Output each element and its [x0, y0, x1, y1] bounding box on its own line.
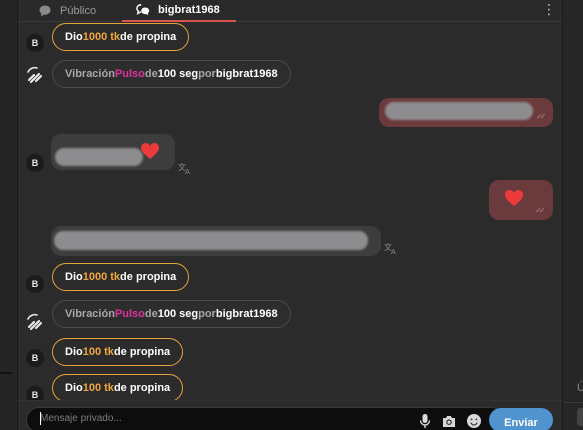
vibration-text-mid: de	[144, 308, 158, 320]
translate-icon[interactable]: 文 A	[384, 242, 398, 254]
tip-text-suffix: de propina	[113, 382, 171, 394]
message-input-placeholder: Mensaje privado...	[40, 413, 122, 424]
right-panel-input[interactable]	[577, 408, 583, 426]
tip-text-suffix: de propina	[120, 271, 177, 283]
send-button[interactable]: Enviar	[489, 408, 553, 430]
tip-amount: 1000 tk	[82, 31, 121, 43]
vibration-message: Vibración Pulso de 100 seg por bigbrat19…	[52, 60, 291, 88]
tip-text-prefix: Dio	[65, 346, 83, 358]
tip-amount: 1000 tk	[82, 271, 121, 283]
avatar: B	[26, 34, 44, 52]
heart-emoji-icon	[505, 190, 523, 206]
right-panel-glyph: Ú	[577, 382, 583, 394]
vibration-user: bigbrat1968	[215, 308, 278, 320]
vibration-text-prefix: Vibración	[65, 308, 115, 320]
vibration-icon	[27, 66, 43, 84]
left-divider	[0, 372, 12, 374]
outgoing-message-bubble: ✓✓	[379, 98, 553, 127]
tip-message: Dio 100 tk de propina	[52, 338, 184, 366]
tip-text-suffix: de propina	[113, 346, 171, 358]
tip-message: Dio 1000 tk de propina	[52, 23, 190, 51]
left-side-panel	[0, 0, 18, 430]
chat-bubble-icon	[39, 5, 51, 17]
microphone-icon[interactable]	[417, 413, 433, 429]
avatar: B	[26, 154, 44, 172]
translate-icon[interactable]: 文 A	[178, 162, 192, 174]
heart-emoji-icon	[141, 143, 159, 159]
tip-amount: 100 tk	[82, 382, 114, 394]
incoming-message-bubble	[51, 226, 381, 256]
private-chat-panel: Público bigbrat1968 ⋮ B Dio 1000 tk de p…	[18, 0, 562, 430]
text-caret	[40, 412, 41, 425]
vibration-text-by: por	[198, 68, 216, 80]
redacted-text	[385, 102, 533, 120]
read-checkmarks-icon: ✓✓	[535, 206, 546, 215]
redacted-text	[55, 148, 143, 166]
tip-text-prefix: Dio	[65, 382, 83, 394]
avatar: B	[26, 349, 44, 367]
message-list: B Dio 1000 tk de propina Vibración Pulso…	[18, 22, 562, 400]
vibration-text-mid: de	[144, 68, 158, 80]
vibration-duration: 100 seg	[157, 308, 199, 320]
svg-text:A: A	[185, 168, 190, 174]
message-input-bar: Mensaje privado... Enviar	[18, 400, 562, 430]
outgoing-message-bubble: ✓✓	[489, 180, 553, 220]
avatar: B	[26, 275, 44, 293]
tip-text-suffix: de propina	[120, 31, 177, 43]
right-panel-divider	[563, 402, 583, 403]
vibration-user: bigbrat1968	[215, 68, 278, 80]
tab-public-label: Público	[60, 5, 97, 17]
tip-amount: 100 tk	[82, 346, 114, 358]
avatar: B	[26, 386, 44, 400]
svg-text:A: A	[391, 248, 396, 254]
vibration-pattern: Pulso	[114, 68, 145, 80]
private-chat-icon	[136, 4, 150, 16]
emoji-icon[interactable]	[466, 413, 482, 429]
tab-private-label: bigbrat1968	[158, 4, 220, 16]
tip-message: Dio 1000 tk de propina	[52, 263, 190, 291]
vibration-text-by: por	[198, 308, 216, 320]
vibration-duration: 100 seg	[157, 68, 199, 80]
chat-tabbar: Público bigbrat1968 ⋮	[18, 0, 562, 22]
read-checkmarks-icon: ✓✓	[536, 112, 547, 121]
tab-private-bigbrat1968[interactable]: bigbrat1968	[122, 0, 236, 22]
right-side-panel: Ú	[562, 0, 583, 430]
redacted-text	[54, 231, 368, 250]
app-root: Ú Público bigbrat1968 ⋮ B Dio 1000 tk de…	[0, 0, 583, 430]
tab-public[interactable]: Público	[38, 0, 96, 22]
vibration-icon	[27, 313, 43, 331]
tip-text-prefix: Dio	[65, 31, 83, 43]
vibration-message: Vibración Pulso de 100 seg por bigbrat19…	[52, 300, 291, 328]
camera-icon[interactable]	[441, 413, 457, 429]
vibration-text-prefix: Vibración	[65, 68, 115, 80]
vibration-pattern: Pulso	[114, 308, 145, 320]
tip-message: Dio 100 tk de propina	[52, 374, 184, 400]
tip-text-prefix: Dio	[65, 271, 83, 283]
incoming-message-bubble	[51, 134, 175, 170]
more-options-icon[interactable]: ⋮	[542, 2, 556, 16]
